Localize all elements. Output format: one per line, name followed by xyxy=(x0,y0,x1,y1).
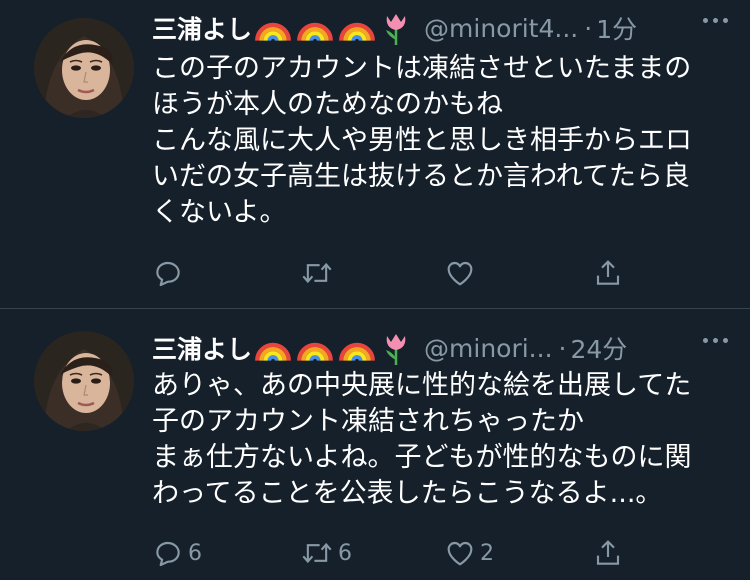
retweet-button[interactable] xyxy=(300,255,338,291)
tweet-text-line: くないよ。 xyxy=(152,197,287,228)
more-options-icon[interactable] xyxy=(703,338,728,343)
user-handle[interactable]: @minori... xyxy=(424,334,553,363)
share-icon xyxy=(596,540,620,565)
like-count: 2 xyxy=(480,540,494,566)
separator-dot: · xyxy=(584,13,593,43)
reply-icon xyxy=(156,541,180,567)
reply-count: 6 xyxy=(188,540,202,566)
rainbow-icon xyxy=(255,342,291,362)
tulip-icon xyxy=(386,334,406,365)
reply-icon xyxy=(156,261,180,287)
rainbow-icon xyxy=(339,22,375,42)
share-button[interactable] xyxy=(592,255,628,291)
avatar-portrait-icon xyxy=(34,331,134,431)
tweet-text-line: ほうが本人のためなのかもね xyxy=(152,89,503,120)
name-emojis xyxy=(254,9,416,47)
tweet-header: 三浦よし xyxy=(152,330,728,366)
retweet-icon xyxy=(302,262,332,284)
like-button[interactable]: 2 xyxy=(444,535,494,571)
tweet-text-line: わってることを公表したらこうなるよ...。 xyxy=(152,478,663,509)
avatar[interactable] xyxy=(34,331,134,431)
display-name[interactable]: 三浦よし xyxy=(152,330,252,366)
retweet-count: 6 xyxy=(338,540,352,566)
tulip-icon xyxy=(386,14,406,45)
reply-button[interactable]: 6 xyxy=(152,535,202,571)
avatar[interactable] xyxy=(34,18,134,118)
tweet-header: 三浦よし xyxy=(152,10,728,46)
tweet-text-line: まぁ仕方ないよね。子どもが性的なものに関 xyxy=(152,442,692,473)
like-button[interactable] xyxy=(444,255,480,291)
tweet-text-line: この子のアカウントは凍結させといたままの xyxy=(152,53,692,84)
tweet-text: この子のアカウントは凍結させといたままの ほうが本人のためなのかもね こんな風に… xyxy=(152,51,722,231)
rainbow-icon xyxy=(255,22,291,42)
more-options-icon[interactable] xyxy=(703,18,728,23)
heart-icon xyxy=(447,541,473,566)
tweet[interactable]: 三浦よし xyxy=(0,0,750,308)
share-icon xyxy=(596,260,620,285)
rainbow-icon xyxy=(297,22,333,42)
heart-icon xyxy=(447,261,473,286)
tweet-text-line: 子のアカウント凍結されちゃったか xyxy=(152,406,584,437)
display-name[interactable]: 三浦よし xyxy=(152,10,252,46)
rainbow-icon xyxy=(297,342,333,362)
user-handle[interactable]: @minorit4... xyxy=(424,14,578,43)
retweet-button[interactable]: 6 xyxy=(300,535,352,571)
tweet-text-line: こんな風に大人や男性と思しき相手からエロ xyxy=(152,125,692,156)
tweet-actions: 6 6 2 xyxy=(152,535,632,571)
separator-dot: · xyxy=(558,333,567,363)
rainbow-icon xyxy=(339,342,375,362)
timestamp[interactable]: 1分 xyxy=(596,10,637,46)
avatar-portrait-icon xyxy=(34,18,134,118)
share-button[interactable] xyxy=(592,535,628,571)
tweet-text-line: ありゃ、あの中央展に性的な絵を出展してた xyxy=(152,370,692,401)
tweet-text: ありゃ、あの中央展に性的な絵を出展してた 子のアカウント凍結されちゃったか まぁ… xyxy=(152,368,722,512)
tweet-actions xyxy=(152,255,632,291)
timestamp[interactable]: 24分 xyxy=(570,330,627,366)
reply-button[interactable] xyxy=(152,255,188,291)
name-emojis xyxy=(254,329,416,367)
tweet-text-line: いだの女子高生は抜けるとか言われてたら良 xyxy=(152,161,690,192)
retweet-icon xyxy=(302,542,332,564)
tweet[interactable]: 三浦よし xyxy=(0,309,750,580)
